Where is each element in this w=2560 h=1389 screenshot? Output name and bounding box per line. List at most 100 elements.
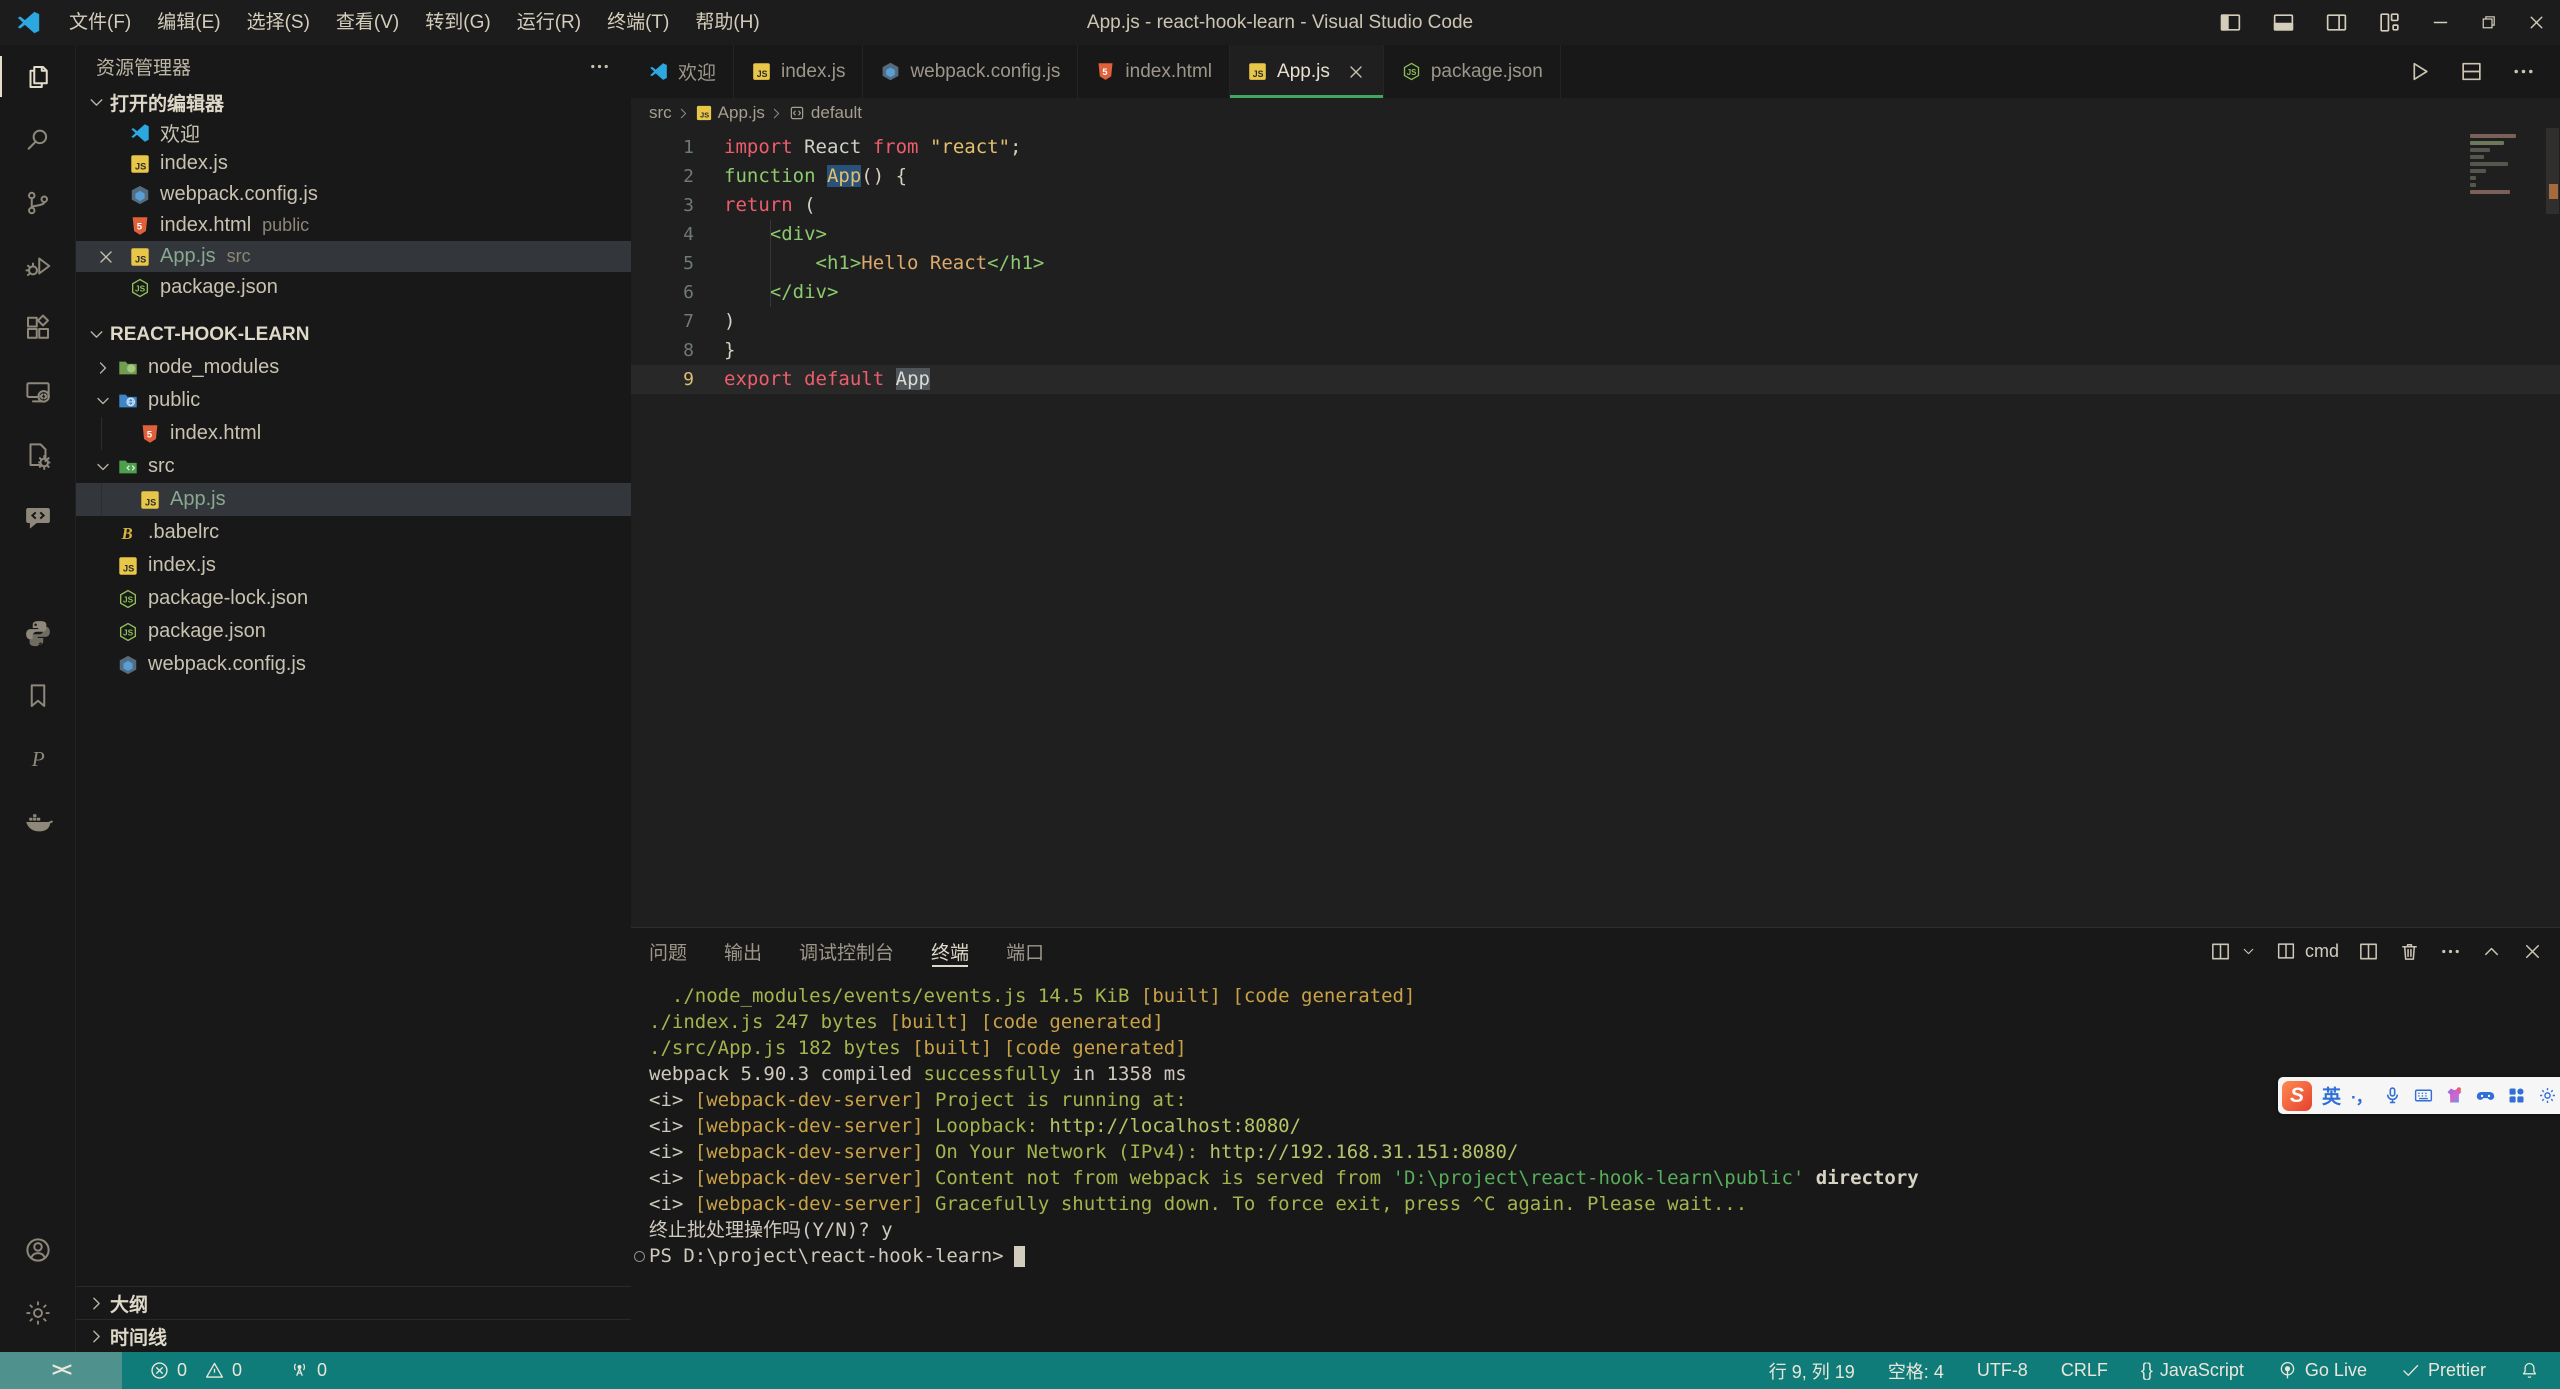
remote-indicator[interactable]: >< bbox=[0, 1352, 122, 1389]
activity-source-control[interactable] bbox=[0, 171, 75, 234]
ime-grid4-icon[interactable] bbox=[2506, 1085, 2527, 1106]
ime-punctuation[interactable]: ·， bbox=[2351, 1083, 2372, 1108]
panel-tab-debug-console[interactable]: 调试控制台 bbox=[799, 928, 894, 974]
code-line-7[interactable]: 7) bbox=[631, 307, 2560, 336]
code-editor[interactable]: 1import React from "react";2function App… bbox=[631, 128, 2560, 927]
maximize-panel-icon[interactable] bbox=[2480, 940, 2503, 963]
toggle-panel-icon[interactable] bbox=[2271, 10, 2296, 35]
status-ports-forwarded[interactable]: 0 bbox=[289, 1360, 327, 1381]
tab-App.js[interactable]: JSApp.js bbox=[1230, 45, 1384, 98]
panel-tab-output[interactable]: 输出 bbox=[724, 928, 762, 974]
code-line-2[interactable]: 2function App() { bbox=[631, 162, 2560, 191]
activity-docker[interactable] bbox=[0, 790, 75, 853]
code-line-9[interactable]: 9export default App bbox=[631, 365, 2560, 394]
breadcrumb-src[interactable]: src bbox=[649, 103, 672, 123]
tab-欢迎[interactable]: 欢迎 bbox=[631, 45, 734, 98]
ime-language-mode[interactable]: 英 bbox=[2322, 1082, 2341, 1109]
file-row-package-lock.json[interactable]: JSpackage-lock.json bbox=[76, 582, 631, 615]
menu-转到[interactable]: 转到(G) bbox=[412, 0, 503, 45]
close-tab-icon[interactable] bbox=[1346, 62, 1366, 82]
panel-more-icon[interactable] bbox=[2439, 940, 2462, 963]
editor-scrollbar[interactable] bbox=[2545, 128, 2560, 927]
activity-bookmarks[interactable] bbox=[0, 664, 75, 727]
tab-index.html[interactable]: 5index.html bbox=[1078, 45, 1230, 98]
restore-button[interactable] bbox=[2464, 0, 2512, 45]
command-decoration-icon[interactable] bbox=[634, 1251, 645, 1262]
menu-运行[interactable]: 运行(R) bbox=[504, 0, 594, 45]
ime-skin-icon[interactable] bbox=[2444, 1085, 2465, 1106]
terminal-content[interactable]: ./node_modules/events/events.js 14.5 KiB… bbox=[631, 974, 2560, 1352]
file-row-package.json[interactable]: JSpackage.json bbox=[76, 615, 631, 648]
breadcrumb-default[interactable]: default bbox=[788, 103, 862, 123]
file-row-App.js[interactable]: JSApp.js bbox=[76, 483, 631, 516]
folder-row-public[interactable]: public bbox=[76, 384, 631, 417]
file-row-webpack.config.js[interactable]: webpack.config.js bbox=[76, 648, 631, 681]
customize-layout-icon[interactable] bbox=[2377, 10, 2402, 35]
open-editor-index.js[interactable]: JSindex.js bbox=[76, 148, 631, 179]
close-editor-icon[interactable] bbox=[96, 247, 116, 267]
code-line-6[interactable]: 6 </div> bbox=[631, 278, 2560, 307]
activity-search[interactable] bbox=[0, 108, 75, 171]
toggle-sidebar-icon[interactable] bbox=[2218, 10, 2243, 35]
panel-tab-terminal[interactable]: 终端 bbox=[931, 928, 969, 974]
tab-package.json[interactable]: JSpackage.json bbox=[1384, 45, 1561, 98]
minimize-button[interactable] bbox=[2416, 0, 2464, 45]
panel-tab-ports[interactable]: 端口 bbox=[1006, 928, 1044, 974]
folder-row-node_modules[interactable]: node_modules bbox=[76, 351, 631, 384]
activity-run-debug[interactable] bbox=[0, 234, 75, 297]
activity-remote-explorer[interactable] bbox=[0, 360, 75, 423]
file-row-index.js[interactable]: JSindex.js bbox=[76, 549, 631, 582]
more-actions-icon[interactable] bbox=[588, 55, 611, 78]
activity-code-chat[interactable] bbox=[0, 486, 75, 549]
panel-tab-problems[interactable]: 问题 bbox=[649, 928, 687, 974]
ime-wrench-icon[interactable] bbox=[2537, 1085, 2558, 1106]
status-notifications[interactable] bbox=[2519, 1360, 2540, 1381]
scrollbar-thumb[interactable] bbox=[2546, 128, 2559, 214]
sogou-logo[interactable]: S bbox=[2282, 1081, 2312, 1111]
section-timeline[interactable]: 时间线 bbox=[76, 1319, 631, 1352]
tab-webpack.config.js[interactable]: webpack.config.js bbox=[863, 45, 1078, 98]
code-line-5[interactable]: 5 <h1>Hello React</h1> bbox=[631, 249, 2560, 278]
code-line-1[interactable]: 1import React from "react"; bbox=[631, 133, 2560, 162]
status-eol[interactable]: CRLF bbox=[2061, 1360, 2108, 1381]
menu-查看[interactable]: 查看(V) bbox=[323, 0, 412, 45]
activity-project-manager[interactable]: P bbox=[0, 727, 75, 790]
status-encoding[interactable]: UTF-8 bbox=[1977, 1360, 2028, 1381]
file-row-index.html[interactable]: 5index.html bbox=[76, 417, 631, 450]
run-code-icon[interactable] bbox=[2407, 59, 2432, 84]
open-editors-header[interactable]: 打开的编辑器 bbox=[76, 88, 631, 117]
folder-row-src[interactable]: src bbox=[76, 450, 631, 483]
file-row-.babelrc[interactable]: B.babelrc bbox=[76, 516, 631, 549]
toggle-secondary-sidebar-icon[interactable] bbox=[2324, 10, 2349, 35]
menu-终端[interactable]: 终端(T) bbox=[594, 0, 682, 45]
status-cursor-position[interactable]: 行 9, 列 19 bbox=[1769, 1358, 1855, 1384]
ime-kbd-icon[interactable] bbox=[2413, 1085, 2434, 1106]
activity-live-preview[interactable] bbox=[0, 423, 75, 486]
status-language-mode[interactable]: {}JavaScript bbox=[2141, 1360, 2244, 1381]
minimap[interactable] bbox=[2470, 134, 2542, 197]
open-editor-index.html[interactable]: 5index.htmlpublic bbox=[76, 210, 631, 241]
activity-extensions[interactable] bbox=[0, 297, 75, 360]
menu-编辑[interactable]: 编辑(E) bbox=[144, 0, 233, 45]
new-terminal-icon[interactable] bbox=[2209, 940, 2232, 963]
open-editor-package.json[interactable]: JSpackage.json bbox=[76, 272, 631, 303]
split-editor-icon[interactable] bbox=[2459, 59, 2484, 84]
section-outline[interactable]: 大纲 bbox=[76, 1286, 631, 1319]
code-line-4[interactable]: 4 <div> bbox=[631, 220, 2560, 249]
menu-帮助[interactable]: 帮助(H) bbox=[682, 0, 772, 45]
terminal-profile-dropdown-icon[interactable] bbox=[2240, 943, 2257, 960]
project-root-header[interactable]: REACT-HOOK-LEARN bbox=[76, 318, 631, 351]
status-go-live[interactable]: Go Live bbox=[2277, 1360, 2367, 1381]
kill-terminal-icon[interactable] bbox=[2398, 940, 2421, 963]
close-window-button[interactable] bbox=[2512, 0, 2560, 45]
status-indentation[interactable]: 空格: 4 bbox=[1888, 1358, 1944, 1384]
code-line-8[interactable]: 8} bbox=[631, 336, 2560, 365]
ime-game-icon[interactable] bbox=[2475, 1085, 2496, 1106]
activity-python[interactable] bbox=[0, 601, 75, 664]
ime-mic-icon[interactable] bbox=[2382, 1085, 2403, 1106]
close-panel-icon[interactable] bbox=[2521, 940, 2544, 963]
status-prettier[interactable]: Prettier bbox=[2400, 1360, 2486, 1381]
open-editor-webpack.config.js[interactable]: webpack.config.js bbox=[76, 179, 631, 210]
breadcrumb-App.js[interactable]: JSApp.js bbox=[695, 103, 765, 123]
terminal-instance[interactable]: cmd bbox=[2275, 940, 2339, 962]
